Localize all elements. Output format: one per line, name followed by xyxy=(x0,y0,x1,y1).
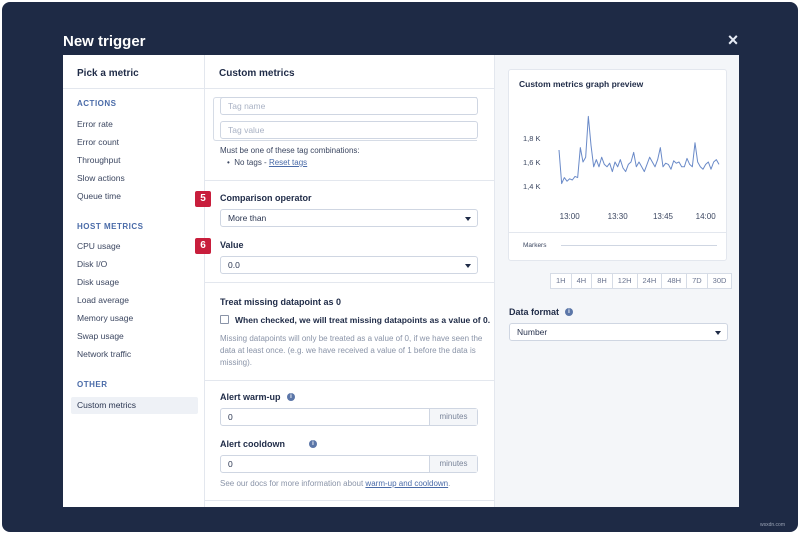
metric-item-custom-metrics[interactable]: Custom metrics xyxy=(71,397,198,414)
tag-value-input[interactable]: Tag value xyxy=(220,121,478,139)
missing-datapoint-heading: Treat missing datapoint as 0 xyxy=(220,297,342,307)
modal-panel: Pick a metric ACTIONS Error rate Error c… xyxy=(63,55,739,507)
alert-warmup-unit: minutes xyxy=(429,409,477,425)
section-label-host-metrics: HOST METRICS xyxy=(77,222,144,231)
x-tick-label: 13:00 xyxy=(560,212,581,221)
graph-title: Custom metrics graph preview xyxy=(519,79,644,89)
divider xyxy=(205,282,495,283)
markers-track xyxy=(561,245,717,246)
comparison-operator-select[interactable]: More than xyxy=(220,209,478,227)
metric-item-network-traffic[interactable]: Network traffic xyxy=(77,349,131,359)
docs-link[interactable]: warm-up and cooldown xyxy=(365,479,448,488)
range-8h-button[interactable]: 8H xyxy=(592,274,613,288)
alert-cooldown-value: 0 xyxy=(228,459,233,469)
metric-item-error-count[interactable]: Error count xyxy=(77,137,119,147)
value-select[interactable]: 0.0 xyxy=(220,256,478,274)
chevron-down-icon xyxy=(465,217,471,221)
markers-label: Markers xyxy=(523,242,547,249)
data-format-label: Data format xyxy=(509,307,560,317)
x-tick-label: 14:00 xyxy=(696,212,717,221)
info-icon[interactable]: i xyxy=(565,308,573,316)
reset-tags-link[interactable]: Reset tags xyxy=(269,158,307,167)
alert-cooldown-label: Alert cooldown xyxy=(220,439,285,449)
range-1h-button[interactable]: 1H xyxy=(551,274,572,288)
trigger-settings: Custom metrics Tag name Tag value Must b… xyxy=(195,55,495,507)
settings-heading: Custom metrics xyxy=(219,68,295,79)
info-icon[interactable]: i xyxy=(287,393,295,401)
close-icon[interactable]: × xyxy=(725,31,741,49)
range-4h-button[interactable]: 4H xyxy=(572,274,593,288)
data-format-value: Number xyxy=(517,327,548,337)
section-label-actions: ACTIONS xyxy=(77,99,117,108)
range-48h-button[interactable]: 48H xyxy=(662,274,688,288)
info-icon[interactable]: i xyxy=(309,440,317,448)
alert-warmup-value: 0 xyxy=(228,412,233,422)
metric-item-queue-time[interactable]: Queue time xyxy=(77,191,121,201)
y-tick-label: 1,8 K xyxy=(523,134,541,143)
modal-backdrop: New trigger × Pick a metric ACTIONS Erro… xyxy=(2,2,798,532)
graph-card: Custom metrics graph preview 1,8 K 1,6 K1… xyxy=(508,69,727,261)
divider xyxy=(63,88,205,89)
section-label-other: OTHER xyxy=(77,380,108,389)
docs-text-row: See our docs for more information about … xyxy=(220,479,450,488)
comparison-operator-label: Comparison operator xyxy=(220,193,312,203)
metric-item-slow-actions[interactable]: Slow actions xyxy=(77,173,125,183)
divider xyxy=(205,500,495,501)
y-tick-label: 1,4 K xyxy=(523,182,541,191)
alert-warmup-label: Alert warm-up xyxy=(220,392,281,402)
metric-item-memory-usage[interactable]: Memory usage xyxy=(77,313,133,323)
watermark: wsxdn.com xyxy=(760,522,786,528)
preview-panel: Custom metrics graph preview 1,8 K 1,6 K1… xyxy=(495,55,739,507)
no-tags-text: No tags - xyxy=(234,158,269,167)
range-7d-button[interactable]: 7D xyxy=(687,274,708,288)
metric-item-swap-usage[interactable]: Swap usage xyxy=(77,331,124,341)
time-range-selector: 1H 4H 8H 12H 24H 48H 7D 30D xyxy=(550,273,733,289)
divider xyxy=(205,88,495,89)
x-tick-label: 13:45 xyxy=(653,212,674,221)
metric-picker-heading: Pick a metric xyxy=(77,68,139,79)
metric-item-load-average[interactable]: Load average xyxy=(77,295,129,305)
metric-item-throughput[interactable]: Throughput xyxy=(77,155,120,165)
y-tick-label: 1,6 K xyxy=(523,158,541,167)
value-label: Value xyxy=(220,240,244,250)
chevron-down-icon xyxy=(715,331,721,335)
modal-title: New trigger xyxy=(63,33,146,50)
metrics-chart: 1,8 K 1,6 K 1,4 K 13:00 13:30 13:45 14:00 xyxy=(523,115,720,221)
tag-combinations-text: Must be one of these tag combinations: xyxy=(220,146,360,155)
divider xyxy=(205,380,495,381)
missing-datapoint-checkbox[interactable] xyxy=(220,315,229,324)
alert-cooldown-input[interactable]: 0 minutes xyxy=(220,455,478,473)
range-30d-button[interactable]: 30D xyxy=(708,274,732,288)
metric-item-disk-io[interactable]: Disk I/O xyxy=(77,259,107,269)
docs-text: See our docs for more information about xyxy=(220,479,366,488)
step-badge-6: 6 xyxy=(195,238,211,254)
series-line xyxy=(558,115,720,185)
alert-cooldown-unit: minutes xyxy=(429,456,477,472)
metric-item-cpu-usage[interactable]: CPU usage xyxy=(77,241,120,251)
metric-item-disk-usage[interactable]: Disk usage xyxy=(77,277,119,287)
divider xyxy=(509,232,726,233)
docs-text-end: . xyxy=(448,479,451,488)
step-badge-5: 5 xyxy=(195,191,211,207)
divider xyxy=(205,180,495,181)
range-24h-button[interactable]: 24H xyxy=(638,274,663,288)
alert-warmup-input[interactable]: 0 minutes xyxy=(220,408,478,426)
metric-picker: Pick a metric ACTIONS Error rate Error c… xyxy=(63,55,205,507)
value-select-value: 0.0 xyxy=(228,260,240,270)
comparison-operator-value: More than xyxy=(228,213,267,223)
range-12h-button[interactable]: 12H xyxy=(613,274,638,288)
no-tags-row: • No tags - Reset tags xyxy=(227,158,307,167)
metric-item-error-rate[interactable]: Error rate xyxy=(77,119,113,129)
x-tick-label: 13:30 xyxy=(608,212,629,221)
missing-datapoint-help: Missing datapoints will only be treated … xyxy=(220,334,483,367)
missing-datapoint-checkbox-label[interactable]: When checked, we will treat missing data… xyxy=(235,315,490,325)
chevron-down-icon xyxy=(465,264,471,268)
data-format-select[interactable]: Number xyxy=(509,323,728,341)
tag-name-input[interactable]: Tag name xyxy=(220,97,478,115)
